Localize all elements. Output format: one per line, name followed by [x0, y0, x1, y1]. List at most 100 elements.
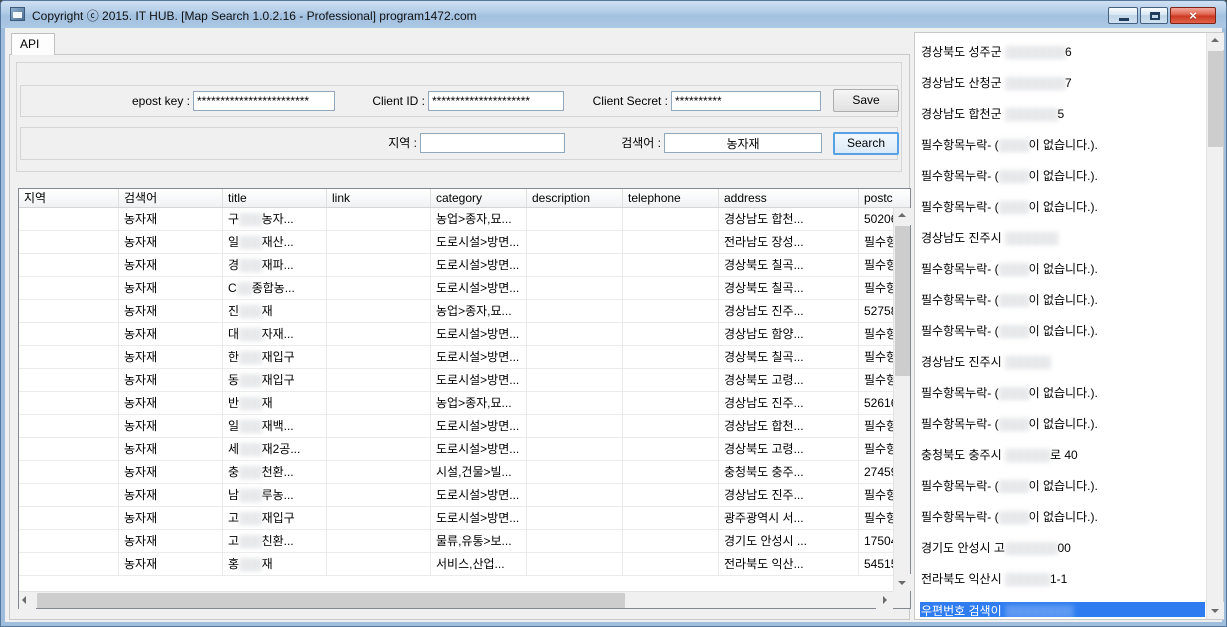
search-button[interactable]: Search — [833, 132, 899, 155]
cell-address: 충청북도 충주... — [719, 461, 859, 483]
log-scrollbar[interactable] — [1206, 33, 1223, 619]
cell-title: 진▒▒▒재 — [223, 300, 327, 322]
titlebar[interactable]: Copyright ⓒ 2015. IT HUB. [Map Search 1.… — [1, 1, 1226, 28]
column-header-title[interactable]: title — [223, 189, 327, 207]
table-row[interactable]: 농자재 경▒▒▒재파... 도로시설>방면... 경상북도 칠곡... 필수항목… — [19, 254, 893, 277]
epost-key-label: epost key : — [50, 91, 190, 111]
cell-region — [19, 369, 119, 391]
cell-telephone — [623, 208, 719, 230]
log-item[interactable]: 필수항목누락- (▒▒▒▒이 없습니다.). — [920, 254, 1205, 285]
column-header-postcd[interactable]: postcd — [859, 189, 893, 207]
save-button[interactable]: Save — [833, 89, 899, 112]
table-row[interactable]: 농자재 세▒▒▒재2공... 도로시설>방면... 경상북도 고령... 필수항… — [19, 438, 893, 461]
client-secret-input[interactable] — [671, 91, 821, 111]
cell-address: 경상남도 합천... — [719, 415, 859, 437]
log-item[interactable]: 필수항목누락- (▒▒▒▒이 없습니다.). — [920, 502, 1205, 533]
redacted-text: ▒▒▒ — [239, 258, 262, 272]
cell-postcd: 필수항목누락 — [859, 369, 893, 391]
client-id-input[interactable] — [428, 91, 564, 111]
table-row[interactable]: 농자재 대▒▒▒자재... 도로시설>방면... 경상남도 함양... 필수항목… — [19, 323, 893, 346]
vscroll-thumb[interactable] — [895, 226, 910, 376]
table-row[interactable]: 농자재 남▒▒▒루농... 도로시설>방면... 경상남도 진주... 필수항목… — [19, 484, 893, 507]
table-row[interactable]: 농자재 고▒▒▒재입구 도로시설>방면... 광주광역시 서... 필수항목누락 — [19, 507, 893, 530]
log-panel: 경상북도 성주군 ▒▒▒▒▒▒▒▒6 경상남도 산청군 ▒▒▒▒▒▒▒▒7 경상… — [914, 32, 1224, 620]
scroll-up-icon[interactable] — [894, 208, 911, 225]
cell-region — [19, 507, 119, 529]
log-item[interactable]: 경상남도 진주시 ▒▒▒▒▒▒▒ — [920, 223, 1205, 254]
redacted-text: ▒▒▒ — [239, 396, 262, 410]
region-input[interactable] — [420, 133, 565, 153]
scroll-up-icon[interactable] — [1207, 33, 1224, 50]
log-item[interactable]: 경상북도 성주군 ▒▒▒▒▒▒▒▒6 — [920, 37, 1205, 68]
log-item[interactable]: 필수항목누락- (▒▒▒▒이 없습니다.). — [920, 316, 1205, 347]
cell-category: 농업>종자,묘... — [431, 300, 527, 322]
log-item[interactable]: 전라북도 익산시 ▒▒▒▒▒▒1-1 — [920, 564, 1205, 595]
table-row[interactable]: 농자재 진▒▒▒재 농업>종자,묘... 경상남도 진주... 52758 — [19, 300, 893, 323]
log-item[interactable]: 경상남도 합천군 ▒▒▒▒▒▒▒5 — [920, 99, 1205, 130]
cell-description — [527, 415, 623, 437]
scroll-down-icon[interactable] — [1207, 602, 1224, 619]
log-item[interactable]: 필수항목누락- (▒▒▒▒이 없습니다.). — [920, 378, 1205, 409]
log-item[interactable]: 충청북도 충주시 ▒▒▒▒▒▒로 40 — [920, 440, 1205, 471]
cell-address: 경상북도 칠곡... — [719, 254, 859, 276]
scroll-down-icon[interactable] — [894, 574, 911, 591]
maximize-button[interactable] — [1140, 7, 1168, 24]
redacted-text: ▒▒▒ — [239, 419, 262, 433]
tab-api[interactable]: API — [11, 33, 55, 55]
column-header-description[interactable]: description — [527, 189, 623, 207]
column-header-link[interactable]: link — [327, 189, 431, 207]
column-header-region[interactable]: 지역 — [19, 189, 119, 207]
vscroll-thumb[interactable] — [1208, 51, 1223, 147]
redacted-text: ▒▒▒▒ — [999, 138, 1029, 152]
column-header-address[interactable]: address — [719, 189, 859, 207]
table-row[interactable]: 농자재 구▒▒▒농자... 농업>종자,묘... 경상남도 합천... 5020… — [19, 208, 893, 231]
log-item[interactable]: 경상남도 산청군 ▒▒▒▒▒▒▒▒7 — [920, 68, 1205, 99]
table-row[interactable]: 농자재 C▒▒종합농... 도로시설>방면... 경상북도 칠곡... 필수항목… — [19, 277, 893, 300]
cell-telephone — [623, 346, 719, 368]
cell-description — [527, 484, 623, 506]
cell-description — [527, 277, 623, 299]
table-row[interactable]: 농자재 반▒▒▒재 농업>종자,묘... 경상남도 진주... 52616 — [19, 392, 893, 415]
grid-vscrollbar[interactable] — [893, 208, 910, 591]
column-header-keyword[interactable]: 검색어 — [119, 189, 223, 207]
log-item[interactable]: 필수항목누락- (▒▒▒▒이 없습니다.). — [920, 161, 1205, 192]
cell-keyword: 농자재 — [119, 530, 223, 552]
table-row[interactable]: 농자재 일▒▒▒재산... 도로시설>방면... 전라남도 장성... 필수항목… — [19, 231, 893, 254]
cell-telephone — [623, 254, 719, 276]
table-row[interactable]: 농자재 고▒▒▒친환... 물류,유통>보... 경기도 안성시 ... 175… — [19, 530, 893, 553]
table-row[interactable]: 농자재 홍▒▒▒재 서비스,산업... 전라북도 익산... 54515 — [19, 553, 893, 576]
table-row[interactable]: 농자재 한▒▒▒재입구 도로시설>방면... 경상북도 칠곡... 필수항목누락 — [19, 346, 893, 369]
minimize-button[interactable] — [1108, 7, 1138, 24]
table-row[interactable]: 농자재 동▒▒▒재입구 도로시설>방면... 경상북도 고령... 필수항목누락 — [19, 369, 893, 392]
scroll-right-icon[interactable] — [876, 592, 893, 609]
cell-region — [19, 346, 119, 368]
column-header-category[interactable]: category — [431, 189, 527, 207]
log-item[interactable]: 필수항목누락- (▒▒▒▒이 없습니다.). — [920, 471, 1205, 502]
log-item[interactable]: 필수항목누락- (▒▒▒▒이 없습니다.). — [920, 285, 1205, 316]
cell-address: 경상남도 진주... — [719, 484, 859, 506]
log-item[interactable]: 필수항목누락- (▒▒▒▒이 없습니다.). — [920, 130, 1205, 161]
cell-region — [19, 277, 119, 299]
log-item[interactable]: 경상남도 진주시 ▒▒▒▒▒▒ — [920, 347, 1205, 378]
cell-link — [327, 323, 431, 345]
table-row[interactable]: 농자재 충▒▒▒천환... 시설,건물>빌... 충청북도 충주... 2745… — [19, 461, 893, 484]
log-item[interactable]: 필수항목누락- (▒▒▒▒이 없습니다.). — [920, 409, 1205, 440]
cell-region — [19, 484, 119, 506]
cell-address: 경상북도 칠곡... — [719, 346, 859, 368]
table-row[interactable]: 농자재 일▒▒▒재백... 도로시설>방면... 경상남도 합천... 필수항목… — [19, 415, 893, 438]
keyword-input[interactable] — [664, 133, 822, 153]
redacted-text: ▒▒▒ — [239, 557, 262, 571]
hscroll-thumb[interactable] — [37, 593, 625, 608]
grid-hscrollbar[interactable] — [19, 591, 893, 608]
log-item[interactable]: 필수항목누락- (▒▒▒▒이 없습니다.). — [920, 192, 1205, 223]
epost-key-input[interactable] — [193, 91, 335, 111]
log-item[interactable]: 우편번호 검색이 ▒▒▒▒▒▒▒▒▒ — [920, 602, 1205, 617]
cell-postcd: 필수항목누락 — [859, 231, 893, 253]
close-button[interactable]: × — [1170, 7, 1216, 24]
scroll-left-icon[interactable] — [19, 592, 36, 609]
log-item[interactable]: 경기도 안성시 고▒▒▒▒▒▒▒00 — [920, 533, 1205, 564]
cell-keyword: 농자재 — [119, 484, 223, 506]
column-header-telephone[interactable]: telephone — [623, 189, 719, 207]
cell-postcd: 27459 — [859, 461, 893, 483]
cell-address: 경기도 안성시 ... — [719, 530, 859, 552]
